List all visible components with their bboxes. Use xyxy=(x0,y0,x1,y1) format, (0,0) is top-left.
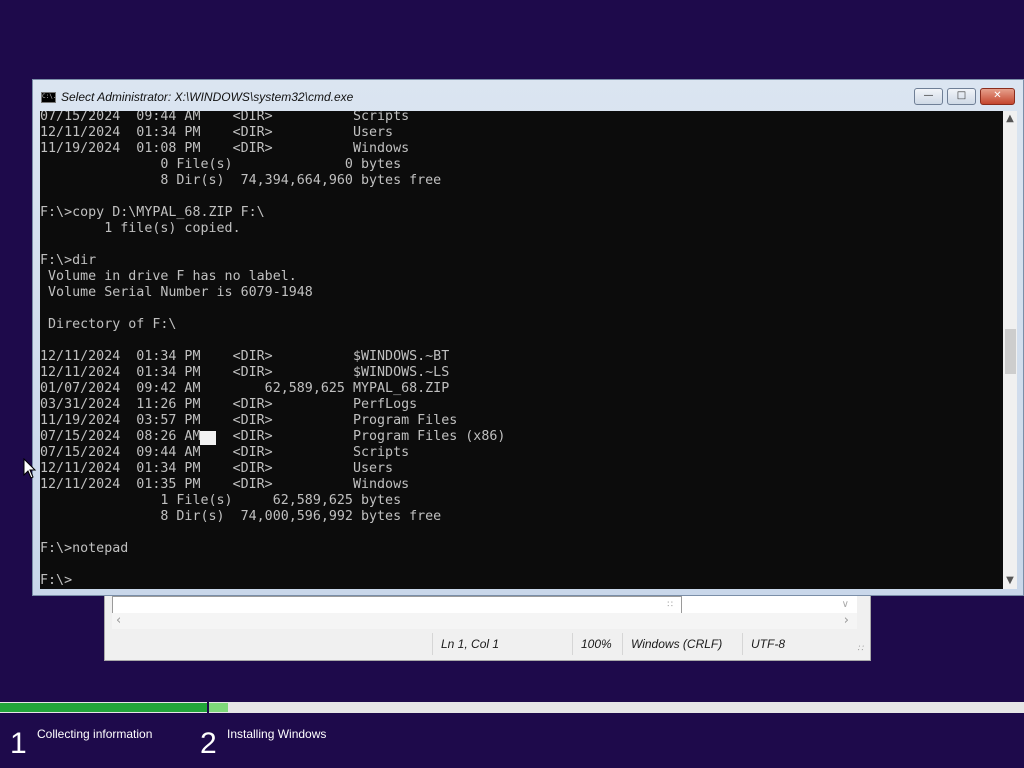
setup-progress-bar xyxy=(0,702,1024,713)
step-number: 2 xyxy=(200,727,217,760)
notepad-status-bar: Ln 1, Col 1 100% Windows (CRLF) UTF-8 ∷ xyxy=(112,633,865,655)
step-label: Installing Windows xyxy=(227,727,327,741)
scroll-up-icon[interactable]: ▲ xyxy=(1003,111,1017,127)
progress-step2-fill xyxy=(209,703,228,712)
maximize-button[interactable]: □ xyxy=(947,88,976,105)
cmd-title-bar[interactable]: C:\. Select Administrator: X:\WINDOWS\sy… xyxy=(33,80,1023,110)
cmd-app-icon[interactable]: C:\. xyxy=(41,92,56,103)
scroll-down-icon[interactable]: ▼ xyxy=(1003,573,1017,589)
resize-grip-icon[interactable]: ∷ xyxy=(857,644,863,653)
scrollbar-thumb[interactable] xyxy=(1005,329,1016,374)
step-label: Collecting information xyxy=(37,727,153,741)
cmd-icon-glyph: C:\. xyxy=(42,93,57,100)
cmd-window[interactable]: C:\. Select Administrator: X:\WINDOWS\sy… xyxy=(32,79,1024,596)
console-text: 07/15/2024 09:44 AM <DIR> Scripts 12/11/… xyxy=(40,111,506,588)
mouse-pointer-icon xyxy=(23,458,37,479)
status-zoom: 100% xyxy=(572,633,622,655)
minimize-icon: — xyxy=(923,90,934,101)
status-encoding: UTF-8 xyxy=(742,633,832,655)
step-number: 1 xyxy=(10,727,27,760)
close-icon: ✕ xyxy=(993,90,1002,101)
console-vertical-scrollbar[interactable]: ▲ ▼ xyxy=(1003,111,1017,589)
status-position: Ln 1, Col 1 xyxy=(432,633,572,655)
scroll-right-icon[interactable]: › xyxy=(844,613,849,629)
scroll-left-icon[interactable]: ‹ xyxy=(116,613,121,629)
text-cursor xyxy=(200,431,216,445)
close-button[interactable]: ✕ xyxy=(980,88,1015,105)
notepad-window[interactable]: ∷ ∨ ‹ › Ln 1, Col 1 100% Windows (CRLF) … xyxy=(104,588,871,661)
notepad-find-box[interactable]: ∷ xyxy=(112,596,682,614)
progress-step1-fill xyxy=(0,703,207,712)
console-output[interactable]: 07/15/2024 09:44 AM <DIR> Scripts 12/11/… xyxy=(40,111,1003,589)
chevron-down-icon[interactable]: ∨ xyxy=(842,599,849,610)
notepad-horizontal-scrollbar[interactable]: ‹ › xyxy=(112,613,857,629)
status-line-ending: Windows (CRLF) xyxy=(622,633,742,655)
minimize-button[interactable]: — xyxy=(914,88,943,105)
resize-grip-icon: ∷ xyxy=(667,600,673,610)
window-title: Select Administrator: X:\WINDOWS\system3… xyxy=(61,90,354,104)
maximize-icon: □ xyxy=(956,90,967,101)
